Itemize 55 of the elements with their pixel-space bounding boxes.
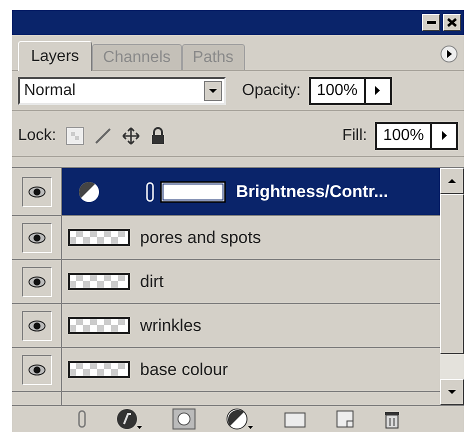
visibility-toggle[interactable] <box>22 222 52 252</box>
close-button[interactable] <box>443 14 461 31</box>
scroll-down-button[interactable] <box>440 379 464 405</box>
blend-mode-dropdown[interactable]: Normal <box>18 76 226 104</box>
panel-tab[interactable]: Layers <box>18 41 92 71</box>
layer-row[interactable]: dirt <box>12 260 440 304</box>
layer-name: Brightness/Contr... <box>236 180 388 203</box>
padlock-icon[interactable] <box>150 126 166 144</box>
layer-row[interactable]: wrinkles <box>12 304 440 348</box>
eye-icon <box>28 320 46 332</box>
minimize-icon <box>426 21 436 24</box>
fx-circle-icon[interactable] <box>116 408 142 430</box>
visibility-toggle[interactable] <box>22 266 52 296</box>
visibility-toggle[interactable] <box>22 310 52 340</box>
half-circle-icon[interactable] <box>226 408 254 430</box>
layer-row[interactable]: pores and spots <box>12 216 440 260</box>
brush-icon[interactable] <box>94 126 112 144</box>
move-icon[interactable] <box>122 126 140 144</box>
layer-row[interactable]: Brightness/Contr... <box>12 168 440 216</box>
scroll-thumb[interactable] <box>440 194 464 354</box>
mask-icon[interactable] <box>172 408 196 430</box>
checkerboard-icon[interactable] <box>66 126 84 144</box>
visibility-toggle[interactable] <box>22 354 52 384</box>
transparent-thumbnail <box>68 317 130 334</box>
eye-icon <box>28 364 46 376</box>
chain-link-icon[interactable] <box>78 410 86 428</box>
scroll-up-button[interactable] <box>440 168 464 194</box>
layer-row[interactable]: base colour <box>12 348 440 392</box>
adjustment-icon <box>78 180 100 202</box>
transparent-thumbnail <box>68 273 130 290</box>
transparent-thumbnail <box>68 361 130 378</box>
minimize-button[interactable] <box>422 14 440 31</box>
eye-icon <box>28 232 46 244</box>
lock-label: Lock: <box>18 126 56 146</box>
layer-name: base colour <box>140 358 228 381</box>
arrow-up-icon <box>448 179 456 183</box>
layer-name: pores and spots <box>140 226 261 249</box>
arrow-down-icon <box>448 390 456 394</box>
visibility-toggle[interactable] <box>22 176 52 206</box>
layer-name: dirt <box>140 270 164 293</box>
close-icon <box>447 18 457 27</box>
new-page-icon[interactable] <box>336 410 354 428</box>
trash-icon[interactable] <box>384 409 400 429</box>
eye-icon <box>28 276 46 288</box>
eye-icon <box>28 186 46 198</box>
panel-menu-icon[interactable] <box>440 45 458 63</box>
mask-thumbnail <box>160 180 226 202</box>
chain-link-icon <box>146 182 154 202</box>
opacity-label: Opacity: <box>242 80 301 100</box>
blend-mode-value: Normal <box>24 80 76 100</box>
folder-icon[interactable] <box>284 410 306 428</box>
transparent-thumbnail <box>68 229 130 246</box>
layer-name: wrinkles <box>140 314 202 337</box>
fill-label: Fill: <box>342 126 368 146</box>
scrollbar[interactable] <box>440 168 464 405</box>
